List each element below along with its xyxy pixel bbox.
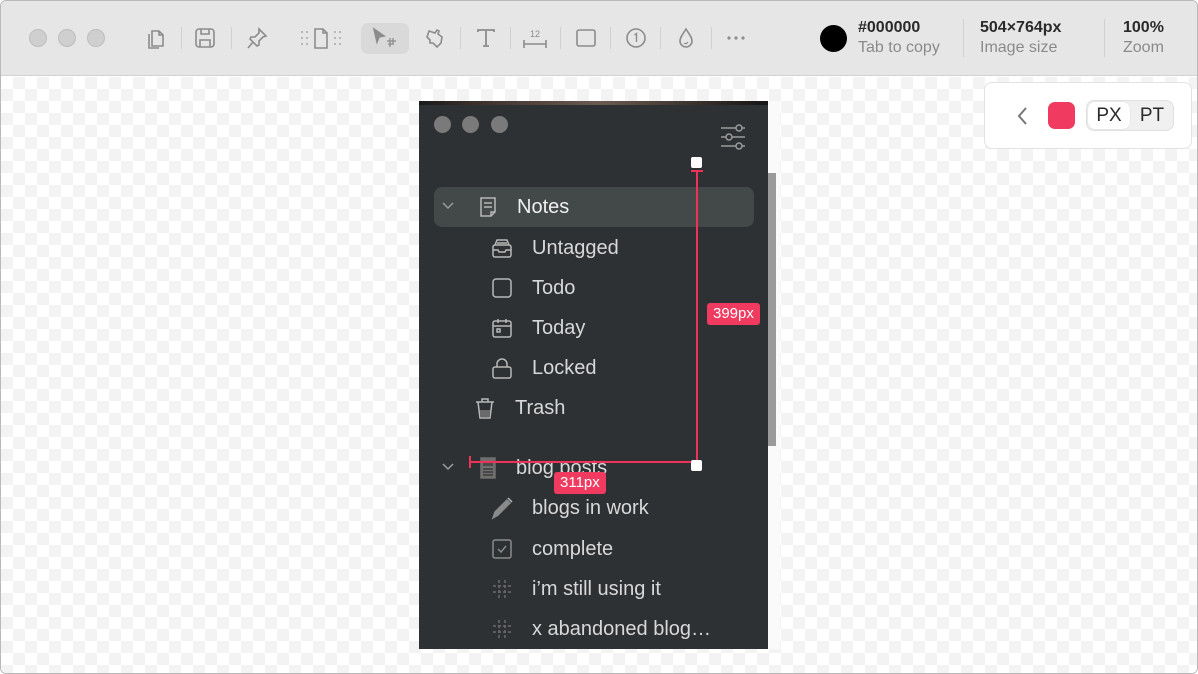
sidebar-item-label: Notes — [517, 195, 570, 218]
vertical-measure-cap — [691, 170, 703, 172]
minimize-window-button[interactable] — [58, 29, 76, 47]
vertical-measure-label: 399px — [707, 303, 760, 325]
hashtag-icon — [490, 577, 514, 601]
blur-tool-button[interactable] — [671, 23, 701, 53]
zoom-label: Zoom — [1123, 39, 1164, 56]
more-icon — [727, 36, 745, 40]
measure-color-swatch[interactable] — [1048, 102, 1075, 129]
sidebar-item-label: i’m still using it — [532, 577, 661, 600]
image-size-info: 504×764px Image size — [980, 18, 1061, 58]
sidebar-item-label: x abandoned blog… — [532, 617, 712, 640]
sidebar-item-untagged[interactable]: Untagged — [490, 229, 619, 267]
toolbar: 12 #000000 Tab to copy 504×764px Image s… — [1, 1, 1197, 76]
counter-tool-button[interactable] — [621, 23, 651, 53]
chevron-left-icon[interactable] — [1013, 104, 1033, 128]
svg-text:12: 12 — [530, 29, 540, 39]
unit-px-button[interactable]: PX — [1088, 102, 1130, 129]
captured-close-dot — [434, 116, 451, 133]
more-button[interactable] — [721, 23, 751, 53]
vertical-measure-line — [696, 171, 698, 463]
picked-color-swatch[interactable] — [820, 25, 847, 52]
copy-icon — [148, 30, 164, 49]
captured-minimize-dot — [462, 116, 479, 133]
pin-icon — [247, 27, 268, 49]
ruler-measure-icon: 12 — [523, 29, 547, 48]
measure-handle-corner[interactable] — [691, 460, 702, 471]
checked-box-icon — [490, 537, 514, 561]
select-crop-icon — [372, 27, 396, 47]
unit-toggle: PX PT — [1086, 100, 1174, 131]
sidebar-item-today[interactable]: Today — [490, 309, 585, 347]
sidebar-item-label: Today — [532, 316, 586, 339]
note-icon — [476, 195, 500, 219]
sidebar-scrollbar[interactable] — [768, 173, 776, 446]
horizontal-measure-label: 311px — [554, 472, 606, 494]
select-crop-tool-button[interactable] — [370, 23, 400, 53]
sidebar-item-locked[interactable]: Locked — [490, 349, 597, 387]
zoom-value: 100% — [1123, 19, 1164, 36]
copy-button[interactable] — [140, 23, 170, 53]
pin-button[interactable] — [242, 23, 272, 53]
zoom-window-button[interactable] — [87, 29, 105, 47]
sidebar-item-label: Trash — [515, 396, 566, 419]
lock-icon — [490, 356, 514, 380]
trash-icon — [473, 396, 497, 420]
unit-pt-button[interactable]: PT — [1131, 102, 1173, 129]
text-tool-button[interactable] — [471, 23, 501, 53]
sidebar-item-todo[interactable]: Todo — [490, 269, 575, 307]
sidebar-item-label: Untagged — [532, 236, 619, 259]
image-size-value: 504×764px — [980, 19, 1062, 36]
sidebar-item-notes[interactable]: Notes — [434, 187, 754, 227]
measure-tool-button[interactable]: 12 — [520, 23, 550, 53]
sidebar-item-label: blogs in work — [532, 496, 649, 519]
zoom-info[interactable]: 100% Zoom — [1123, 18, 1164, 58]
sidebar-item-label: Todo — [532, 276, 576, 299]
sidebar-item-label: Locked — [532, 356, 597, 379]
sidebar-item-still-using-it[interactable]: i’m still using it — [490, 570, 661, 608]
hashtag-icon — [490, 617, 514, 641]
notebook-icon — [476, 456, 500, 480]
color-info[interactable]: #000000 Tab to copy — [858, 18, 940, 58]
captured-zoom-dot — [491, 116, 508, 133]
inbox-icon — [490, 236, 514, 260]
measure-handle-top[interactable] — [691, 157, 702, 168]
checkbox-icon — [490, 276, 514, 300]
page-layout-button[interactable] — [298, 23, 344, 53]
pencil-icon — [490, 496, 514, 520]
rectangle-icon — [576, 29, 596, 47]
color-copy-hint: Tab to copy — [858, 39, 940, 56]
horizontal-measure-cap — [469, 456, 471, 468]
color-hex-value: #000000 — [858, 19, 921, 36]
app-window: 12 #000000 Tab to copy 504×764px Image s… — [0, 0, 1198, 674]
horizontal-measure-line — [470, 461, 697, 463]
blur-drop-icon — [679, 27, 693, 48]
hand-pointer-icon — [426, 28, 443, 49]
sidebar-item-trash[interactable]: Trash — [473, 389, 565, 427]
chevron-down-icon[interactable] — [440, 457, 456, 480]
image-size-label: Image size — [980, 39, 1058, 56]
save-icon — [195, 28, 215, 48]
hand-pointer-button[interactable] — [420, 23, 450, 53]
page-layout-icon — [301, 28, 341, 49]
close-window-button[interactable] — [29, 29, 47, 47]
save-button[interactable] — [190, 23, 220, 53]
rectangle-tool-button[interactable] — [571, 23, 601, 53]
sidebar-item-abandoned-blog[interactable]: x abandoned blog… — [490, 610, 711, 648]
counter-icon — [626, 28, 646, 48]
filter-sliders-icon — [721, 124, 745, 150]
sidebar-item-blogs-in-work[interactable]: blogs in work — [490, 489, 649, 527]
sidebar-item-label: complete — [532, 537, 614, 560]
chevron-down-icon[interactable] — [440, 196, 456, 219]
sidebar-item-complete[interactable]: complete — [490, 530, 613, 568]
calendar-icon — [490, 316, 514, 340]
text-icon — [477, 29, 495, 47]
